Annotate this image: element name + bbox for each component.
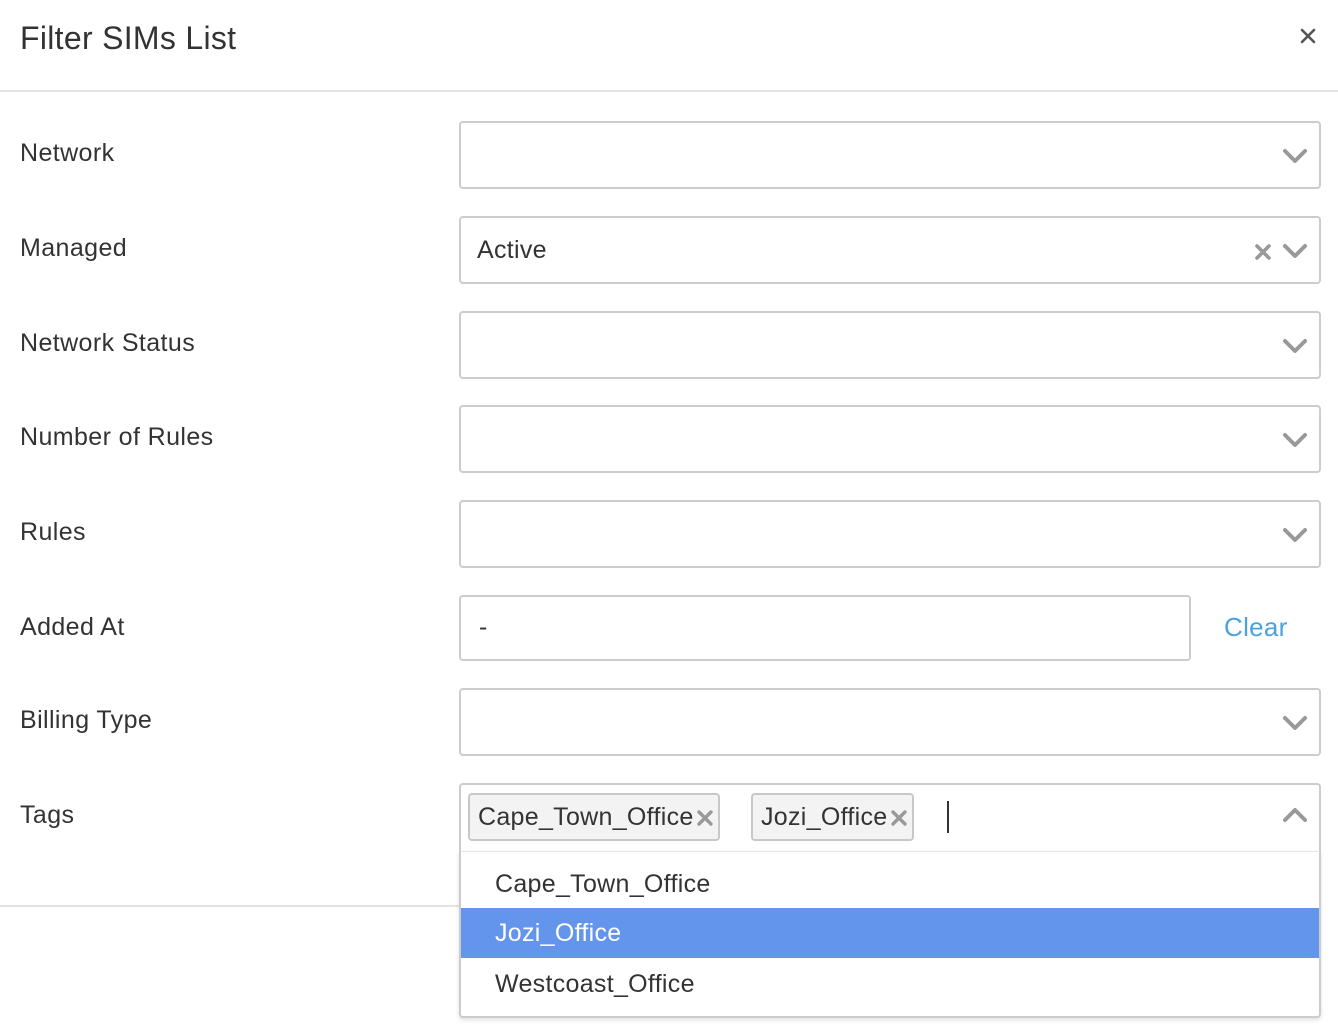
tag-option[interactable]: Cape_Town_Office	[461, 859, 1319, 909]
billing-type-label: Billing Type	[20, 706, 153, 734]
chevron-down-icon	[1283, 528, 1307, 542]
close-icon	[1300, 28, 1316, 44]
rules-label: Rules	[20, 518, 86, 546]
network-status-label: Network Status	[20, 329, 196, 357]
added-at-value: -	[479, 613, 488, 641]
tags-label: Tags	[20, 801, 75, 829]
remove-tag-icon	[696, 810, 713, 826]
network-label: Network	[20, 139, 115, 167]
tags-multiselect[interactable]: Cape_Town_Office Jozi_Office	[459, 783, 1321, 851]
chevron-up-icon[interactable]	[1281, 805, 1309, 825]
chevron-down-icon	[1283, 244, 1307, 258]
chevron-down-icon	[1283, 339, 1307, 353]
tags-dropdown-menu: Cape_Town_Office Jozi_Office Westcoast_O…	[459, 851, 1321, 1018]
remove-tag-icon	[890, 810, 907, 826]
rules-select[interactable]	[459, 500, 1321, 568]
close-button[interactable]	[1290, 18, 1326, 54]
network-status-select[interactable]	[459, 311, 1321, 379]
clear-selection-icon[interactable]	[1253, 242, 1273, 262]
selected-tag-label: Cape_Town_Office	[478, 803, 694, 831]
selected-tag: Jozi_Office	[751, 793, 914, 841]
number-of-rules-label: Number of Rules	[20, 423, 214, 451]
managed-value: Active	[477, 236, 547, 264]
added-at-label: Added At	[20, 613, 125, 641]
selected-tag-label: Jozi_Office	[761, 803, 888, 831]
footer-divider	[0, 905, 460, 907]
dialog-header: Filter SIMs List	[0, 0, 1338, 92]
managed-label: Managed	[20, 234, 128, 262]
managed-select[interactable]: Active	[459, 216, 1321, 284]
chevron-down-icon	[1283, 149, 1307, 163]
network-select[interactable]	[459, 121, 1321, 189]
number-of-rules-select[interactable]	[459, 405, 1321, 473]
text-cursor[interactable]	[947, 801, 949, 833]
chevron-down-icon	[1283, 716, 1307, 730]
remove-tag-button[interactable]	[694, 795, 718, 839]
tag-option-highlighted[interactable]: Jozi_Office	[461, 908, 1319, 958]
billing-type-select[interactable]	[459, 688, 1321, 756]
tag-option[interactable]: Westcoast_Office	[461, 959, 1319, 1009]
dialog-title: Filter SIMs List	[20, 20, 237, 56]
chevron-down-icon	[1283, 433, 1307, 447]
selected-tag: Cape_Town_Office	[468, 793, 720, 841]
remove-tag-button[interactable]	[888, 795, 912, 839]
clear-date-link[interactable]: Clear	[1224, 612, 1288, 643]
added-at-date-range-input[interactable]: -	[459, 595, 1191, 661]
